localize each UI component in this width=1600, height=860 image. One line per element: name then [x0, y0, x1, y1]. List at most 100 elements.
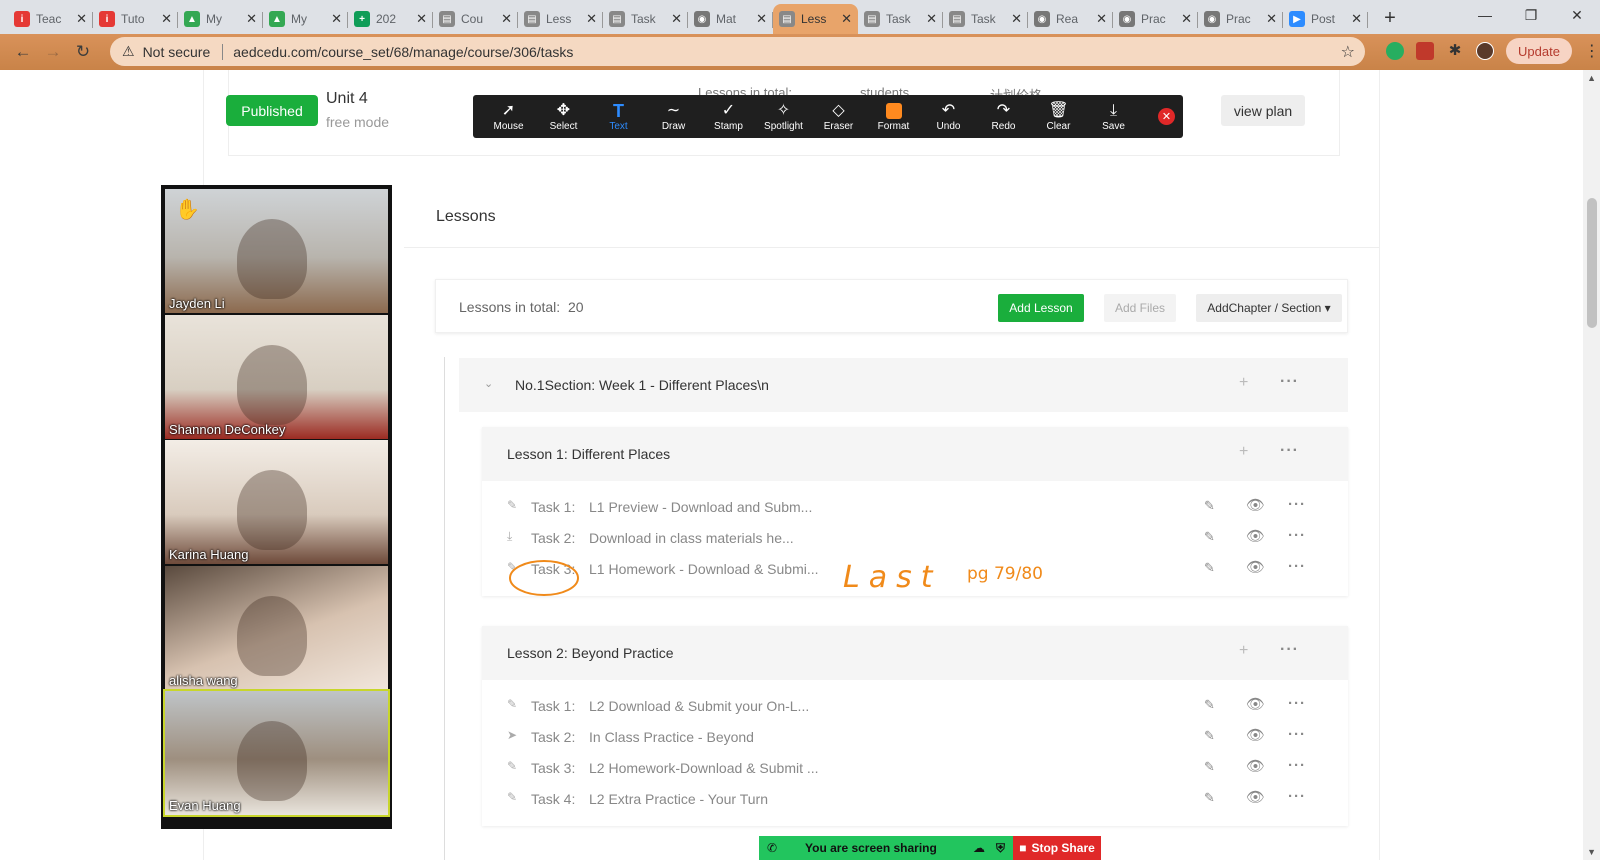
edit-icon[interactable]: ✎ [1204, 790, 1215, 806]
more-icon[interactable]: ··· [1288, 726, 1306, 743]
browser-tab[interactable]: ▶ Post ✕ [1283, 4, 1368, 34]
close-tab-icon[interactable]: ✕ [1266, 11, 1277, 27]
draw-tool-button[interactable]: ∼ Draw [646, 101, 701, 132]
browser-tab[interactable]: ◉ Mat ✕ [688, 4, 773, 34]
eye-icon[interactable]: 👁 [1246, 527, 1265, 545]
eye-icon[interactable]: 👁 [1246, 788, 1265, 806]
browser-tab[interactable]: i Teac ✕ [8, 4, 93, 34]
browser-tab[interactable]: ▲ My ✕ [263, 4, 348, 34]
edit-icon[interactable]: ✎ [1204, 759, 1215, 775]
edit-icon[interactable]: ✎ [1204, 560, 1215, 576]
reload-icon[interactable]: ↻ [68, 42, 98, 62]
participant-video[interactable]: Shannon DeConkey [165, 314, 388, 439]
task-name[interactable]: L1 Preview - Download and Subm... [589, 499, 812, 515]
format-tool-button[interactable]: Format [866, 101, 921, 132]
page-scrollbar[interactable]: ▲ ▼ [1583, 70, 1600, 860]
task-row[interactable]: ⤓ Task 2: Download in class materials he..… [482, 522, 1348, 553]
close-tab-icon[interactable]: ✕ [1011, 11, 1022, 27]
update-button[interactable]: Update [1506, 38, 1572, 64]
add-icon[interactable]: + [1239, 374, 1248, 392]
close-tab-icon[interactable]: ✕ [586, 11, 597, 27]
eye-icon[interactable]: 👁 [1246, 695, 1265, 713]
task-name[interactable]: In Class Practice - Beyond [589, 729, 754, 745]
participant-video[interactable]: Evan Huang [163, 689, 390, 817]
eraser-tool-button[interactable]: ◇ Eraser [811, 101, 866, 132]
close-tab-icon[interactable]: ✕ [1181, 11, 1192, 27]
close-tab-icon[interactable]: ✕ [841, 11, 852, 27]
browser-tab[interactable]: ◉ Prac ✕ [1113, 4, 1198, 34]
browser-tab[interactable]: ▤ Task ✕ [603, 4, 688, 34]
undo-tool-button[interactable]: ↶ Undo [921, 101, 976, 132]
more-icon[interactable]: ··· [1288, 757, 1306, 774]
puzzle-icon[interactable]: ✱ [1446, 42, 1464, 60]
lesson-header[interactable]: Lesson 1: Different Places + ··· [482, 427, 1348, 481]
add-icon[interactable]: + [1239, 642, 1248, 660]
browser-tab[interactable]: ▤ Cou ✕ [433, 4, 518, 34]
task-row[interactable]: ✎ Task 4: L2 Extra Practice - Your Turn ✎ 👁 ·… [482, 783, 1348, 814]
back-icon[interactable]: ← [8, 42, 38, 62]
task-row[interactable]: ✎ Task 1: L1 Preview - Download and Subm..… [482, 491, 1348, 522]
edit-icon[interactable]: ✎ [1204, 728, 1215, 744]
add-files-button[interactable]: Add Files [1104, 294, 1176, 322]
select-tool-button[interactable]: ✥ Select [536, 101, 591, 132]
close-tab-icon[interactable]: ✕ [671, 11, 682, 27]
minimize-icon[interactable]: — [1462, 0, 1508, 30]
browser-tab[interactable]: ▤ Less ✕ [773, 4, 858, 34]
more-icon[interactable]: ··· [1280, 641, 1299, 659]
eye-icon[interactable]: 👁 [1246, 757, 1265, 775]
close-annotation-icon[interactable]: ✕ [1158, 108, 1175, 125]
close-tab-icon[interactable]: ✕ [246, 11, 257, 27]
add-icon[interactable]: + [1239, 443, 1248, 461]
browser-tab[interactable]: ▲ My ✕ [178, 4, 263, 34]
view-plan-button[interactable]: view plan [1221, 95, 1305, 126]
task-name[interactable]: L2 Extra Practice - Your Turn [589, 791, 768, 807]
eye-icon[interactable]: 👁 [1246, 558, 1265, 576]
save-tool-button[interactable]: ⤓ Save [1086, 101, 1141, 132]
text-tool-button[interactable]: T Text [591, 101, 646, 132]
close-tab-icon[interactable]: ✕ [756, 11, 767, 27]
close-tab-icon[interactable]: ✕ [416, 11, 427, 27]
browser-tab[interactable]: ▤ Less ✕ [518, 4, 603, 34]
task-row[interactable]: ✎ Task 3: L2 Homework-Download & Submit ..… [482, 752, 1348, 783]
close-tab-icon[interactable]: ✕ [1096, 11, 1107, 27]
close-window-icon[interactable]: ✕ [1554, 0, 1600, 30]
add-chapter-section-button[interactable]: AddChapter / Section ▾ [1196, 294, 1342, 322]
close-tab-icon[interactable]: ✕ [501, 11, 512, 27]
stamp-tool-button[interactable]: ✓ Stamp [701, 101, 756, 132]
bookmark-star-icon[interactable]: ☆ [1341, 42, 1355, 62]
close-tab-icon[interactable]: ✕ [76, 11, 87, 27]
address-bar[interactable]: ⚠ Not secure aedcedu.com/course_set/68/m… [110, 37, 1365, 66]
browser-tab[interactable]: ◉ Rea ✕ [1028, 4, 1113, 34]
ublock-icon[interactable] [1416, 42, 1434, 60]
more-icon[interactable]: ··· [1288, 695, 1306, 712]
task-row[interactable]: ➤ Task 2: In Class Practice - Beyond ✎ 👁 ··· [482, 721, 1348, 752]
participant-video[interactable]: Karina Huang [165, 440, 388, 564]
browser-tab[interactable]: ◉ Prac ✕ [1198, 4, 1283, 34]
close-tab-icon[interactable]: ✕ [1351, 11, 1362, 27]
mouse-tool-button[interactable]: ➚ Mouse [481, 101, 536, 132]
clear-tool-button[interactable]: 🗑 Clear [1031, 101, 1086, 132]
browser-menu-icon[interactable]: ⋮ [1584, 41, 1600, 61]
spotlight-tool-button[interactable]: ✧ Spotlight [756, 101, 811, 132]
profile-avatar[interactable] [1476, 42, 1494, 60]
browser-tab[interactable]: ▤ Task ✕ [858, 4, 943, 34]
task-name[interactable]: Download in class materials he... [589, 530, 794, 546]
published-badge[interactable]: Published [226, 95, 318, 126]
eye-icon[interactable]: 👁 [1246, 726, 1265, 744]
section-row[interactable]: ⌄ No.1Section: Week 1 - Different Places… [459, 358, 1348, 412]
more-icon[interactable]: ··· [1288, 496, 1306, 513]
edit-icon[interactable]: ✎ [1204, 498, 1215, 514]
green-extension-icon[interactable] [1386, 42, 1404, 60]
forward-icon[interactable]: → [38, 42, 68, 62]
new-tab-button[interactable]: + [1376, 4, 1404, 32]
redo-tool-button[interactable]: ↷ Redo [976, 101, 1031, 132]
more-icon[interactable]: ··· [1280, 442, 1299, 460]
browser-tab[interactable]: +202 ✕ [348, 4, 433, 34]
close-tab-icon[interactable]: ✕ [926, 11, 937, 27]
edit-icon[interactable]: ✎ [1204, 697, 1215, 713]
more-icon[interactable]: ··· [1288, 788, 1306, 805]
chevron-down-icon[interactable]: ⌄ [484, 377, 493, 390]
browser-tab[interactable]: ▤ Task ✕ [943, 4, 1028, 34]
scroll-down-icon[interactable]: ▼ [1587, 847, 1596, 857]
task-name[interactable]: L1 Homework - Download & Submi... [589, 561, 819, 577]
